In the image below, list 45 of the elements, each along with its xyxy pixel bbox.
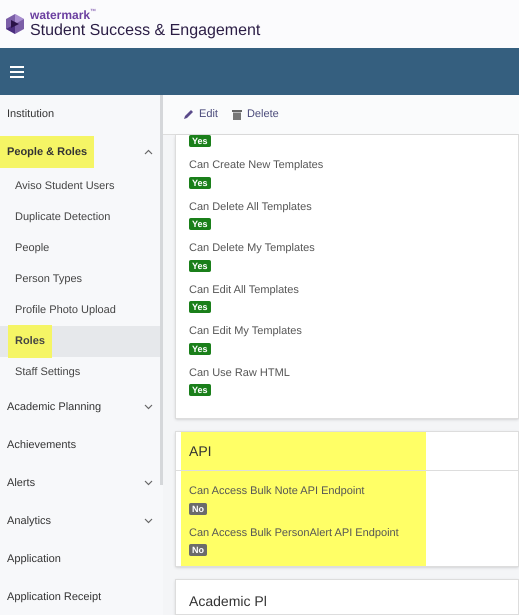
sidebar-subitem[interactable]: Staff Settings bbox=[0, 357, 163, 388]
chevron-icon bbox=[144, 404, 153, 410]
sidebar-item[interactable]: Analytics bbox=[0, 502, 163, 540]
sidebar-subitem[interactable]: People bbox=[0, 233, 163, 264]
logo-icon bbox=[4, 13, 26, 35]
pencil-icon bbox=[183, 109, 194, 120]
status-badge: Yes bbox=[189, 176, 211, 188]
status-badge: Yes bbox=[189, 260, 211, 272]
permission-label: Can Edit My Templates bbox=[189, 324, 302, 339]
permission-label: Can Access Bulk Note API Endpoint bbox=[189, 484, 364, 499]
permission-label: Can Use Raw HTML bbox=[189, 366, 290, 380]
sidebar-item[interactable]: Academic Planning bbox=[0, 388, 163, 426]
chevron-icon bbox=[144, 480, 153, 486]
permission-label: Can Delete My Templates bbox=[189, 241, 315, 256]
status-badge: No bbox=[189, 502, 207, 514]
card-title: Academic Pl bbox=[189, 593, 267, 609]
sidebar-item[interactable]: Alerts bbox=[0, 464, 163, 502]
sidebar-subitem[interactable]: Roles bbox=[0, 326, 163, 357]
delete-button[interactable]: Delete bbox=[232, 106, 279, 123]
status-badge: Yes bbox=[189, 218, 211, 230]
permission-label: Can Delete All Templates bbox=[189, 200, 312, 214]
menu-icon[interactable] bbox=[10, 66, 24, 78]
status-badge: Yes bbox=[189, 301, 211, 313]
trash-icon bbox=[232, 109, 242, 120]
chevron-icon bbox=[144, 149, 153, 155]
sidebar-item[interactable]: Application bbox=[0, 540, 163, 578]
card-title: API bbox=[189, 443, 212, 459]
permission-label: Can Create New Templates bbox=[189, 158, 324, 173]
status-badge: Yes bbox=[189, 342, 211, 354]
product-name: Student Success & Engagement bbox=[30, 23, 260, 39]
permission-label: Can Edit All Templates bbox=[189, 282, 299, 298]
status-badge: Yes bbox=[189, 384, 211, 396]
permission-label: Can Access Bulk PersonAlert API Endpoint bbox=[189, 526, 399, 540]
sidebar-subitem[interactable]: Aviso Student Users bbox=[0, 171, 163, 202]
sidebar-subitem[interactable]: Profile Photo Upload bbox=[0, 295, 163, 326]
sidebar-item[interactable]: Institution bbox=[0, 95, 163, 133]
status-badge: No bbox=[189, 544, 207, 556]
sidebar-subitem[interactable]: Person Types bbox=[0, 264, 163, 295]
status-badge: Yes bbox=[189, 135, 211, 147]
chevron-icon bbox=[144, 518, 153, 524]
sidebar-item[interactable]: Achievements bbox=[0, 426, 163, 464]
sidebar-item[interactable]: Application Receipt bbox=[0, 578, 163, 615]
brand-wordmark: watermark bbox=[30, 9, 90, 21]
sidebar-subitem[interactable]: Duplicate Detection bbox=[0, 202, 163, 233]
edit-button[interactable]: Edit bbox=[183, 106, 218, 123]
